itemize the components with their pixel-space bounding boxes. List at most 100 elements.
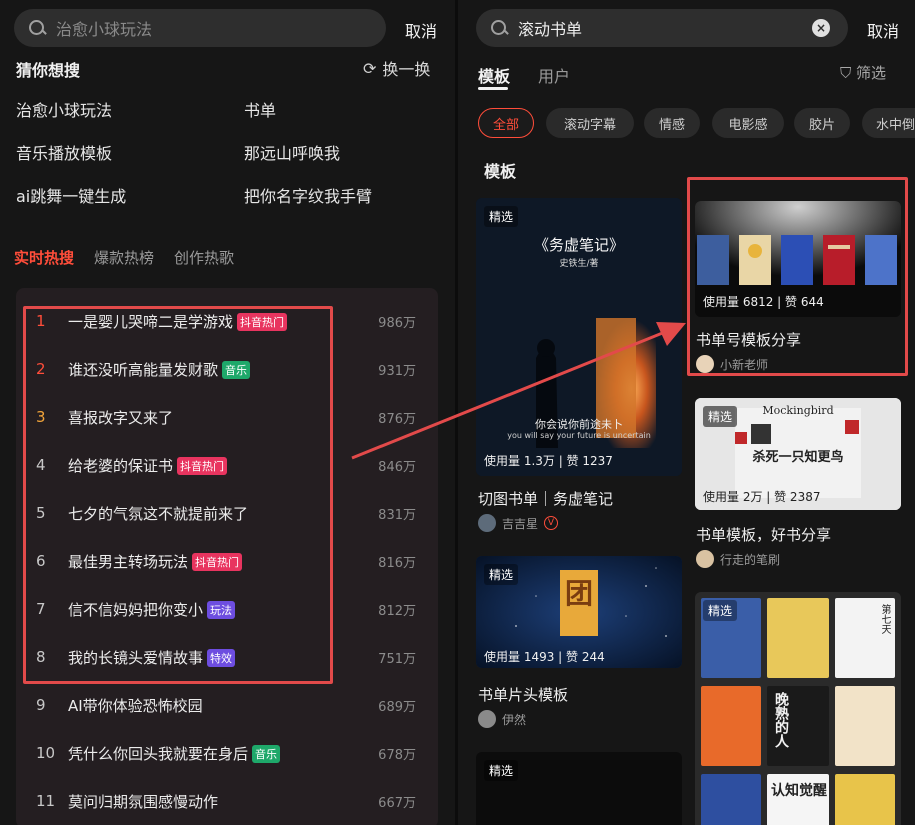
hot-list-row[interactable]: 10 凭什么你回头我就要在身后 音乐 678万	[16, 729, 438, 777]
template-card[interactable]: 精选	[476, 752, 682, 825]
search-icon	[28, 19, 46, 37]
avatar	[478, 514, 496, 532]
poster-quote-en: you will say your future is uncertain	[507, 431, 651, 440]
template-title[interactable]: 切图书单｜务虚笔记	[478, 488, 613, 509]
tab-realtime-hot[interactable]: 实时热搜	[14, 247, 74, 268]
refresh-label: 换一换	[382, 60, 431, 79]
tab-viral-chart[interactable]: 爆款热榜	[94, 247, 154, 268]
verified-icon: V	[544, 516, 559, 530]
template-card[interactable]: 《务虚笔记》 史铁生/著 你会说你前途未卜 you will say your …	[476, 198, 682, 476]
highlight-box-left	[23, 306, 333, 684]
hot-heat: 678万	[378, 747, 416, 763]
hot-title: AI带你体验恐怖校园	[68, 695, 203, 716]
template-author[interactable]: 行走的笔刷	[696, 550, 780, 568]
template-title[interactable]: 书单模板，好书分享	[696, 524, 831, 545]
author-name: 伊然	[502, 712, 527, 727]
search-bar[interactable]: 滚动书单 ×	[476, 9, 848, 47]
suggestion-item[interactable]: 书单	[244, 97, 276, 121]
poster-author: 史铁生/著	[559, 259, 599, 269]
suggestion-item[interactable]: 音乐播放模板	[16, 140, 112, 164]
book-cover: 认知觉醒	[767, 774, 829, 825]
refresh-icon: ⟳	[363, 58, 377, 78]
hot-heat: 812万	[378, 603, 416, 619]
hot-rank: 11	[36, 792, 56, 810]
hot-rank: 9	[36, 696, 46, 714]
poster-quote: 你会说你前途未卜	[535, 418, 623, 431]
hot-tabs: 实时热搜 爆款热榜 创作热歌	[14, 247, 254, 268]
poster-cn-title: 杀死一只知更鸟	[752, 450, 844, 465]
avatar	[478, 710, 496, 728]
refresh-button[interactable]: ⟳ 换一换	[363, 56, 430, 80]
featured-badge: 精选	[484, 564, 519, 585]
hot-heat: 667万	[378, 795, 416, 811]
hot-heat: 931万	[378, 363, 416, 379]
template-card[interactable]: 第七天 晚熟的人 认知觉醒 精选	[695, 592, 901, 825]
usage-stats: 使用量 2万 | 赞 2387	[703, 490, 821, 504]
suggestion-item[interactable]: 那远山呼唤我	[244, 140, 340, 164]
featured-badge: 精选	[484, 760, 519, 781]
book-title: 认知觉醒	[771, 783, 827, 799]
poster-character: 团	[564, 577, 593, 610]
filter-button[interactable]: ⛉ 筛选	[840, 62, 886, 83]
hot-list-row[interactable]: 11 莫问归期氛围感慢动作 667万	[16, 777, 438, 825]
left-screen: 治愈小球玩法 取消 猜你想搜 ⟳ 换一换 治愈小球玩法 书单 音乐播放模板 那远…	[0, 0, 455, 825]
chip-all[interactable]: 全部	[478, 108, 534, 138]
usage-stats: 使用量 1.3万 | 赞 1237	[484, 454, 613, 468]
cancel-button[interactable]: 取消	[867, 18, 899, 42]
hot-heat: 689万	[378, 699, 416, 715]
book-cover	[767, 598, 829, 678]
tab-creation-songs[interactable]: 创作热歌	[174, 247, 234, 268]
active-tab-indicator	[478, 87, 508, 90]
hot-title-text: 凭什么你回头我就要在身后	[68, 744, 249, 763]
tab-users[interactable]: 用户	[538, 63, 570, 87]
hot-heat: 751万	[378, 651, 416, 667]
hot-heat: 816万	[378, 555, 416, 571]
chip-underwater[interactable]: 水中倒	[862, 108, 915, 138]
search-icon	[490, 19, 508, 37]
poster-title: 《务虚笔记》	[533, 236, 624, 254]
hot-rank: 10	[36, 744, 56, 762]
featured-badge: 精选	[484, 206, 519, 227]
guess-title: 猜你想搜	[16, 61, 81, 80]
book-cover	[701, 686, 761, 766]
hot-title: 莫问归期氛围感慢动作	[68, 791, 218, 812]
hot-title-text: AI带你体验恐怖校园	[68, 696, 203, 715]
template-author[interactable]: 伊然	[478, 710, 526, 728]
book-cover	[835, 774, 895, 825]
suggestion-item[interactable]: ai跳舞一键生成	[16, 183, 126, 207]
search-bar[interactable]: 治愈小球玩法	[14, 9, 386, 47]
filter-label: 筛选	[856, 64, 887, 82]
highlight-box-right	[687, 177, 908, 376]
book-title: 晚熟的人	[773, 692, 789, 748]
clear-icon[interactable]: ×	[812, 19, 830, 37]
chip-emotion[interactable]: 情感	[644, 108, 700, 138]
template-title[interactable]: 书单片头模板	[478, 684, 568, 705]
author-name: 吉吉星	[502, 516, 539, 531]
hot-title-text: 莫问归期氛围感慢动作	[68, 792, 219, 811]
author-name: 行走的笔刷	[720, 552, 781, 567]
book-cover	[835, 686, 895, 766]
suggestion-item[interactable]: 治愈小球玩法	[16, 97, 112, 121]
tab-templates[interactable]: 模板	[478, 63, 510, 87]
template-card[interactable]: Mockingbird 杀死一只知更鸟 精选 使用量 2万 | 赞 2387	[695, 398, 901, 510]
hot-heat: 876万	[378, 411, 416, 427]
hot-title: 凭什么你回头我就要在身后 音乐	[68, 743, 281, 764]
chip-cinematic[interactable]: 电影感	[712, 108, 784, 138]
book-title: 第七天	[879, 604, 890, 634]
book-cover: 晚熟的人	[767, 686, 829, 766]
template-card[interactable]: 团 精选 使用量 1493 | 赞 244	[476, 556, 682, 668]
cancel-button[interactable]: 取消	[405, 18, 437, 42]
chip-film[interactable]: 胶片	[794, 108, 850, 138]
right-screen: 滚动书单 × 取消 模板 用户 ⛉ 筛选 全部 滚动字幕 情感 电影感 胶片 水…	[458, 0, 915, 825]
suggestion-item[interactable]: 把你名字纹我手臂	[244, 183, 372, 207]
filter-icon: ⛉	[840, 64, 852, 82]
featured-badge: 精选	[703, 406, 738, 427]
featured-badge: 精选	[703, 600, 738, 621]
hot-list-row[interactable]: 9 AI带你体验恐怖校园 689万	[16, 681, 438, 729]
template-author[interactable]: 吉吉星 V	[478, 514, 559, 532]
hot-badge: 音乐	[252, 745, 281, 763]
section-label: 模板	[484, 162, 517, 181]
chip-scroll-subtitle[interactable]: 滚动字幕	[546, 108, 634, 138]
search-placeholder: 治愈小球玩法	[56, 20, 153, 39]
hot-heat: 846万	[378, 459, 416, 475]
